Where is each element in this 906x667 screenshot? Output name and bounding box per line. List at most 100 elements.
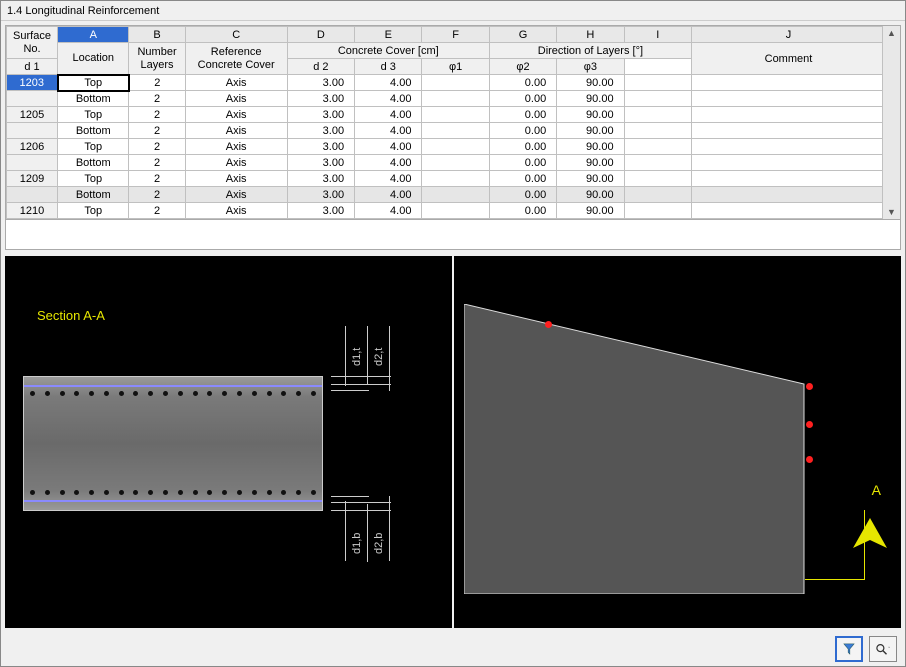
cell-p2[interactable]: 90.00 (557, 187, 624, 203)
cell-p1[interactable]: 0.00 (489, 155, 556, 171)
scroll-down-icon[interactable]: ▼ (887, 207, 896, 217)
cell-d1[interactable]: 3.00 (287, 123, 354, 139)
cell-p3[interactable] (624, 75, 691, 91)
cell-number-layers[interactable]: 2 (129, 139, 185, 155)
cell-number-layers[interactable]: 2 (129, 203, 185, 219)
cell-ref-cc[interactable]: Axis (185, 187, 287, 203)
cell-p3[interactable] (624, 171, 691, 187)
col-ref-cc[interactable]: ReferenceConcrete Cover (185, 43, 287, 75)
table-row[interactable]: Bottom2Axis3.004.000.0090.00 (7, 123, 886, 139)
row-header[interactable] (7, 155, 58, 171)
cell-d2[interactable]: 4.00 (355, 155, 422, 171)
cell-p2[interactable]: 90.00 (557, 139, 624, 155)
cell-d3[interactable] (422, 187, 489, 203)
table-row[interactable]: 1203Top2Axis3.004.000.0090.00 (7, 75, 886, 91)
cell-d2[interactable]: 4.00 (355, 171, 422, 187)
table-row[interactable]: Bottom2Axis3.004.000.0090.00 (7, 187, 886, 203)
cell-p2[interactable]: 90.00 (557, 107, 624, 123)
cell-p1[interactable]: 0.00 (489, 139, 556, 155)
col-I[interactable]: I (624, 27, 691, 43)
cell-d1[interactable]: 3.00 (287, 171, 354, 187)
cell-location[interactable]: Top (58, 203, 129, 219)
cell-location[interactable]: Bottom (58, 155, 129, 171)
cell-p1[interactable]: 0.00 (489, 123, 556, 139)
col-location[interactable]: Location (58, 43, 129, 75)
cell-p3[interactable] (624, 107, 691, 123)
cell-p3[interactable] (624, 91, 691, 107)
table-row[interactable]: 1206Top2Axis3.004.000.0090.00 (7, 139, 886, 155)
cell-p2[interactable]: 90.00 (557, 75, 624, 91)
grid[interactable]: SurfaceNo. A B C D E F G H I J Location (5, 25, 901, 220)
table-row[interactable]: 1205Top2Axis3.004.000.0090.00 (7, 107, 886, 123)
cell-p3[interactable] (624, 155, 691, 171)
row-header[interactable]: 1210 (7, 203, 58, 219)
table-row[interactable]: 1210Top2Axis3.004.000.0090.00 (7, 203, 886, 219)
cell-comment[interactable] (691, 139, 885, 155)
row-header[interactable] (7, 91, 58, 107)
col-p3[interactable]: φ3 (557, 59, 624, 75)
cell-d1[interactable]: 3.00 (287, 91, 354, 107)
cell-number-layers[interactable]: 2 (129, 155, 185, 171)
cell-p2[interactable]: 90.00 (557, 171, 624, 187)
cell-d3[interactable] (422, 139, 489, 155)
cell-location[interactable]: Top (58, 171, 129, 187)
cell-d3[interactable] (422, 91, 489, 107)
cell-d3[interactable] (422, 107, 489, 123)
cell-p3[interactable] (624, 139, 691, 155)
col-p1[interactable]: φ1 (422, 59, 489, 75)
cell-number-layers[interactable]: 2 (129, 187, 185, 203)
cell-location[interactable]: Top (58, 139, 129, 155)
cell-d2[interactable]: 4.00 (355, 203, 422, 219)
cell-comment[interactable] (691, 187, 885, 203)
col-H[interactable]: H (557, 27, 624, 43)
table-row[interactable]: Bottom2Axis3.004.000.0090.00 (7, 91, 886, 107)
cell-d3[interactable] (422, 171, 489, 187)
cell-d2[interactable]: 4.00 (355, 187, 422, 203)
zoom-fit-button[interactable]: ↔ (869, 636, 897, 662)
row-header[interactable]: 1205 (7, 107, 58, 123)
cell-location[interactable]: Top (58, 107, 129, 123)
cell-ref-cc[interactable]: Axis (185, 203, 287, 219)
cell-ref-cc[interactable]: Axis (185, 139, 287, 155)
cell-p3[interactable] (624, 123, 691, 139)
cell-number-layers[interactable]: 2 (129, 75, 185, 91)
cell-p3[interactable] (624, 203, 691, 219)
col-A[interactable]: A (58, 27, 129, 43)
col-B[interactable]: B (129, 27, 185, 43)
filter-button[interactable] (835, 636, 863, 662)
cell-number-layers[interactable]: 2 (129, 123, 185, 139)
cell-p1[interactable]: 0.00 (489, 203, 556, 219)
col-comment[interactable]: Comment (691, 43, 885, 75)
cell-d2[interactable]: 4.00 (355, 91, 422, 107)
cell-location[interactable]: Bottom (58, 91, 129, 107)
cell-d1[interactable]: 3.00 (287, 107, 354, 123)
cell-comment[interactable] (691, 75, 885, 91)
cell-d1[interactable]: 3.00 (287, 187, 354, 203)
cell-comment[interactable] (691, 155, 885, 171)
cell-d1[interactable]: 3.00 (287, 139, 354, 155)
col-F[interactable]: F (422, 27, 489, 43)
cell-d2[interactable]: 4.00 (355, 123, 422, 139)
cell-d1[interactable]: 3.00 (287, 203, 354, 219)
cell-ref-cc[interactable]: Axis (185, 123, 287, 139)
cell-comment[interactable] (691, 91, 885, 107)
cell-p1[interactable]: 0.00 (489, 91, 556, 107)
row-header[interactable] (7, 187, 58, 203)
cell-p1[interactable]: 0.00 (489, 171, 556, 187)
cell-location[interactable]: Top (58, 75, 129, 91)
row-header[interactable] (7, 123, 58, 139)
row-header[interactable]: 1203 (7, 75, 58, 91)
cell-comment[interactable] (691, 171, 885, 187)
cell-p3[interactable] (624, 187, 691, 203)
cell-d2[interactable]: 4.00 (355, 139, 422, 155)
row-header[interactable]: 1209 (7, 171, 58, 187)
cell-ref-cc[interactable]: Axis (185, 91, 287, 107)
table-row[interactable]: Bottom2Axis3.004.000.0090.00 (7, 155, 886, 171)
cell-p1[interactable]: 0.00 (489, 107, 556, 123)
cell-ref-cc[interactable]: Axis (185, 75, 287, 91)
cell-d3[interactable] (422, 203, 489, 219)
scroll-up-icon[interactable]: ▲ (887, 28, 896, 38)
cell-p1[interactable]: 0.00 (489, 75, 556, 91)
vertical-scrollbar[interactable]: ▲ ▼ (882, 26, 900, 219)
cell-d2[interactable]: 4.00 (355, 107, 422, 123)
